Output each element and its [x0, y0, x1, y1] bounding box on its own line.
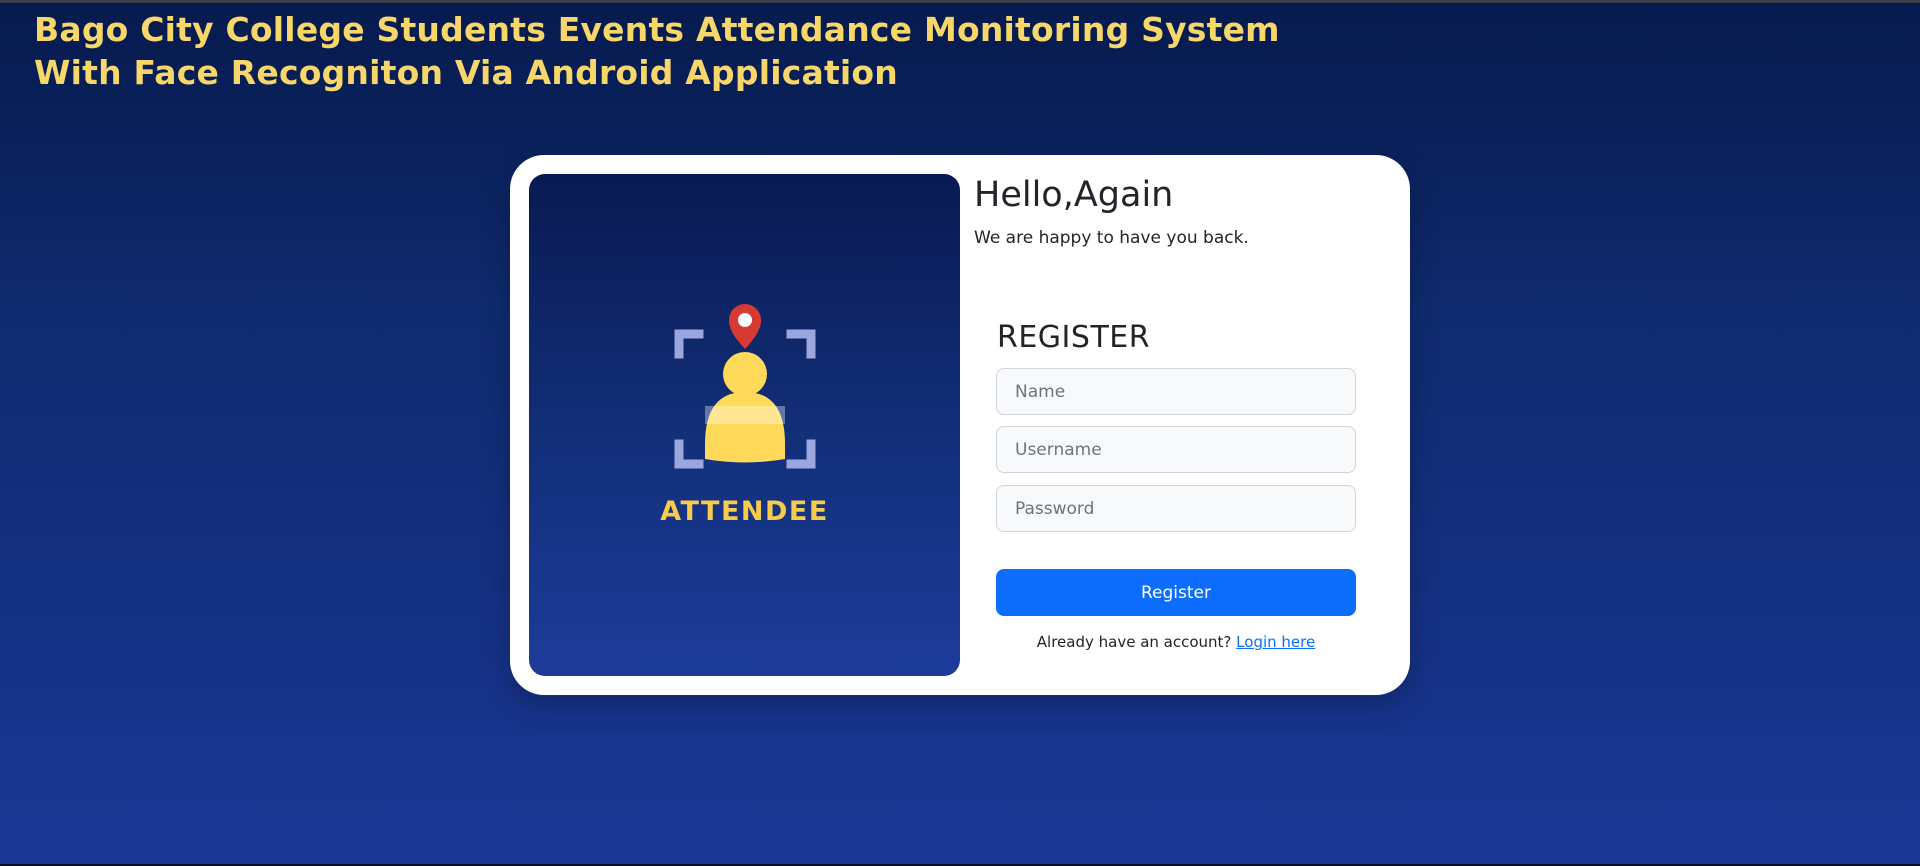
greeting-title: Hello,Again — [974, 175, 1174, 215]
browser-top-border — [0, 0, 1920, 3]
hero-panel: ATTENDEE — [529, 174, 960, 676]
face-recognition-person-pin-icon — [674, 304, 816, 469]
site-title-line-2: With Face Recogniton Via Android Applica… — [34, 53, 898, 92]
register-button[interactable]: Register — [996, 569, 1356, 616]
site-title-line-1: Bago City College Students Events Attend… — [34, 10, 1280, 49]
logo-text: ATTENDEE — [660, 496, 829, 527]
login-prompt-text: Already have an account? — [1036, 633, 1232, 651]
login-prompt-row: Already have an account? Login here — [996, 633, 1356, 651]
site-title: Bago City College Students Events Attend… — [34, 8, 1280, 94]
name-input[interactable] — [996, 368, 1356, 415]
login-link[interactable]: Login here — [1236, 633, 1315, 651]
username-input[interactable] — [996, 426, 1356, 473]
password-input[interactable] — [996, 485, 1356, 532]
register-form-title: REGISTER — [997, 320, 1151, 355]
register-card: ATTENDEE Hello,Again We are happy to hav… — [510, 155, 1410, 695]
greeting-subtitle: We are happy to have you back. — [974, 228, 1249, 248]
